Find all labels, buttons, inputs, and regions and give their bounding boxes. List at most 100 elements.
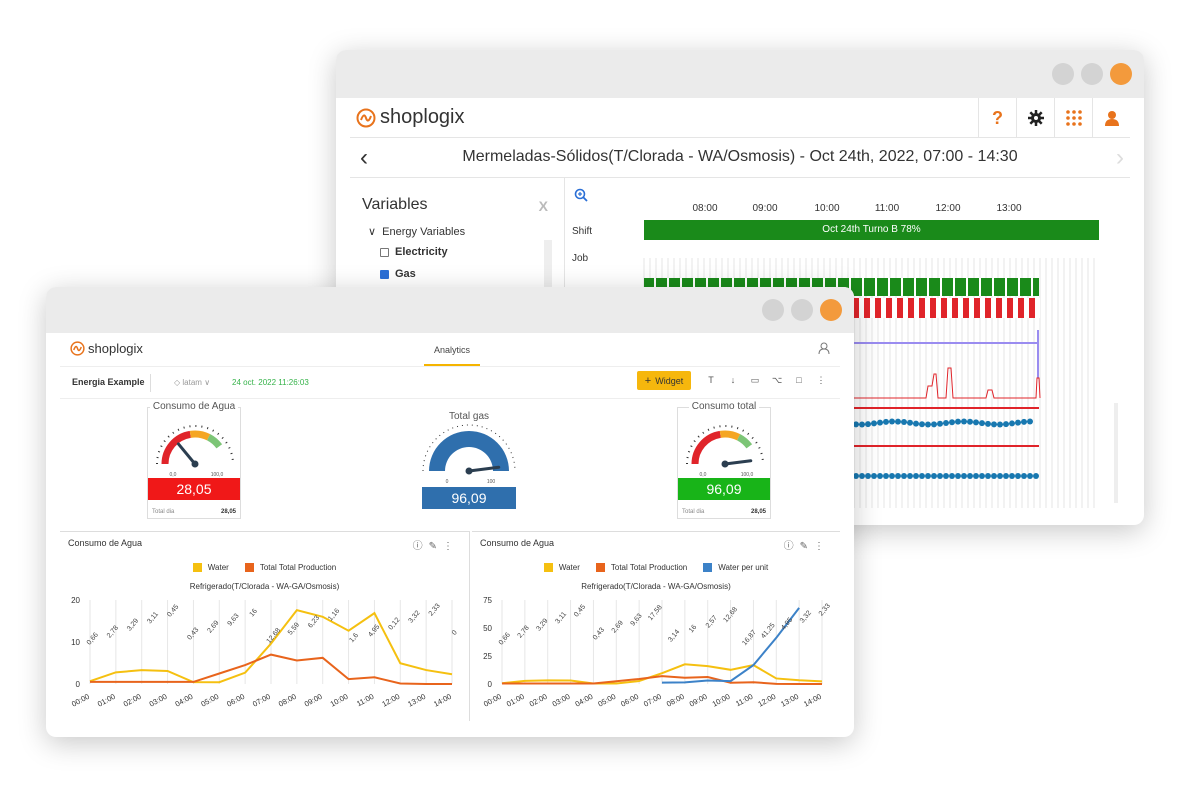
data-point-bottom (919, 473, 925, 479)
gauge-value: 28,05 (148, 478, 240, 500)
state-bar-gap (940, 278, 942, 296)
data-point-bottom (1009, 473, 1015, 479)
window-control-gray-2[interactable] (791, 299, 813, 321)
data-point-bottom (865, 473, 871, 479)
state-bar-gap (859, 298, 864, 318)
x-tick-label: 14:00 (802, 692, 823, 709)
gear-icon[interactable] (1016, 98, 1054, 138)
chevron-down-icon: ∨ (204, 378, 211, 387)
checkbox-box-checked[interactable] (380, 269, 389, 279)
x-tick-label: 07:00 (642, 692, 663, 709)
y-tick-label: 0 (76, 680, 81, 689)
x-tick-label: 13:00 (406, 692, 427, 709)
data-point-bottom (907, 473, 913, 479)
sidebar-group-energy[interactable]: ∨ Energy Variables (368, 225, 465, 238)
apps-grid-icon[interactable] (1054, 98, 1092, 138)
data-label: 4,95 (780, 616, 794, 631)
x-tick-label: 10:00 (329, 692, 350, 709)
x-tick-label: 11:00 (355, 692, 375, 708)
close-icon[interactable]: X (539, 198, 548, 214)
data-point-bottom (901, 473, 907, 479)
gauge-band (206, 434, 223, 449)
x-tick-label: 03:00 (551, 692, 572, 709)
data-label: 0,43 (592, 626, 606, 641)
front-logo[interactable]: shoplogix (70, 341, 143, 356)
back-logo[interactable]: shoplogix (356, 106, 465, 129)
data-label: 1,16 (327, 607, 341, 622)
tab-analytics[interactable]: Analytics (424, 345, 480, 355)
state-bar-gap (979, 278, 981, 296)
data-point-bottom (877, 473, 883, 479)
share-icon[interactable]: ⌥ (766, 375, 788, 386)
filter-icon[interactable]: ↓ (722, 375, 744, 386)
x-tick-label: 02:00 (122, 692, 143, 709)
toolbar-icons: T ↓ ▭ ⌥ □ ⋮ (700, 375, 832, 386)
window-control-gray-1[interactable] (762, 299, 784, 321)
data-point-bottom (1003, 473, 1009, 479)
x-tick-label: 08:00 (665, 692, 686, 709)
x-tick-label: 00:00 (482, 692, 503, 709)
data-point-bottom (967, 473, 973, 479)
data-point-bottom (979, 473, 985, 479)
state-bar-gap (914, 278, 916, 296)
state-bar-gap (870, 298, 875, 318)
sidebar-group-label: Energy Variables (382, 226, 466, 238)
state-bar-gap (925, 298, 930, 318)
state-bar-gap (862, 278, 864, 296)
data-point-bottom (943, 473, 949, 479)
chart-scrollbar (1114, 403, 1118, 503)
state-bar-gap (992, 278, 994, 296)
user-icon[interactable] (818, 342, 830, 357)
gauge-face (429, 431, 509, 471)
data-label: 17,58 (647, 604, 664, 622)
location-label: latam (182, 378, 202, 387)
data-label: 3,11 (146, 611, 160, 626)
gauge-needle (176, 442, 197, 466)
data-label: 9,63 (630, 612, 644, 627)
data-label: 41,25 (760, 622, 777, 640)
sidebar-scrollbar[interactable] (544, 240, 552, 290)
window-control-gray-1[interactable] (1052, 63, 1074, 85)
data-point-bottom (997, 473, 1003, 479)
location-select[interactable]: ◇ latam ∨ (174, 378, 210, 387)
x-tick-label: 06:00 (619, 692, 640, 709)
window-control-orange[interactable] (1110, 63, 1132, 85)
timestamp: 24 oct. 2022 11:26:03 (232, 378, 309, 387)
gauge-card-agua[interactable]: Consumo de Agua 0,0 100,0 28,05 Total dia… (147, 401, 241, 519)
checkbox-box[interactable] (380, 247, 389, 257)
checkbox-label: Electricity (395, 246, 448, 258)
gauge-card-total[interactable]: Consumo total 0,0 100,0 96,09 Total dia 28… (677, 401, 771, 519)
page-title: Mermeladas-Sólidos(T/Clorada - WA/Osmosi… (462, 148, 1018, 165)
gauge-max-label: 100 (487, 479, 496, 485)
data-label: 5,59 (287, 621, 301, 636)
chevron-right-icon[interactable]: › (1116, 144, 1124, 172)
gauge-value: 96,09 (678, 478, 770, 500)
user-icon[interactable] (1092, 98, 1130, 138)
gauge-title-wrap: Consumo de Agua (148, 401, 240, 412)
state-bar-gap (1002, 298, 1007, 318)
gauge-title: Consumo total (688, 401, 760, 412)
x-tick-label: 09:00 (688, 692, 709, 709)
text-icon[interactable]: T (700, 375, 722, 386)
data-label: 3,14 (667, 628, 681, 643)
window-control-orange[interactable] (820, 299, 842, 321)
add-widget-button[interactable]: + Widget (637, 371, 691, 390)
pdf-icon[interactable]: ▭ (744, 375, 766, 386)
gauge-hub (465, 467, 473, 475)
y-tick-label: 20 (71, 596, 80, 605)
front-logo-text: shoplogix (88, 341, 143, 356)
data-label: 3,29 (126, 617, 140, 632)
add-widget-label: Widget (655, 375, 684, 386)
gauge-card-gas[interactable]: Total gas 0 100 96,09 (422, 411, 516, 512)
window-control-gray-2[interactable] (1081, 63, 1103, 85)
hour-label: 11:00 (875, 203, 900, 214)
checkbox-gas[interactable]: Gas (380, 268, 416, 280)
more-vertical-icon[interactable]: ⋮ (810, 375, 832, 386)
monitor-icon[interactable]: □ (788, 375, 810, 386)
data-label: 0,66 (86, 631, 100, 646)
help-icon[interactable]: ? (978, 98, 1016, 138)
x-tick-label: 01:00 (96, 692, 117, 709)
checkbox-electricity[interactable]: Electricity (380, 246, 448, 258)
data-point-bottom (895, 473, 901, 479)
data-point-bottom (937, 473, 943, 479)
